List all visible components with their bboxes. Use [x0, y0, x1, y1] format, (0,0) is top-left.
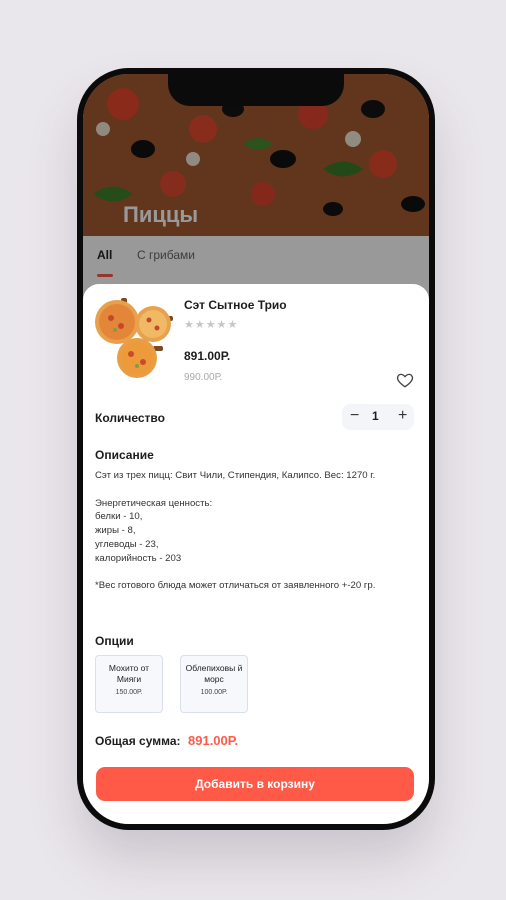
- option-card-mojito[interactable]: Мохито от Мияги 150.00Р.: [95, 655, 163, 713]
- favorite-heart-icon[interactable]: [396, 371, 414, 389]
- option-name: Облепиховы й морс: [185, 663, 243, 684]
- screen: Пиццы All С грибами Сэт Сытное Трио ★★★★…: [83, 74, 429, 824]
- increase-quantity-button[interactable]: +: [398, 407, 407, 425]
- option-price: 150.00Р.: [115, 689, 143, 696]
- description-text: Сэт из трех пицц: Свит Чили, Стипендия, …: [95, 470, 376, 592]
- option-name: Мохито от Мияги: [108, 663, 150, 684]
- phone-frame: Пиццы All С грибами Сэт Сытное Трио ★★★★…: [77, 68, 435, 830]
- option-price: 100.00Р.: [200, 689, 228, 696]
- add-to-cart-button[interactable]: Добавить в корзину: [96, 767, 414, 801]
- option-card-morse[interactable]: Облепиховы й морс 100.00Р.: [180, 655, 248, 713]
- description-heading: Описание: [95, 448, 154, 462]
- total-label: Общая сумма:: [95, 734, 181, 748]
- quantity-value: 1: [372, 409, 379, 423]
- quantity-label: Количество: [95, 411, 165, 425]
- product-title: Сэт Сытное Трио: [184, 298, 287, 312]
- product-sheet: Сэт Сытное Трио ★★★★★ 891.00Р. 990.00Р. …: [83, 284, 429, 824]
- product-image: [95, 298, 173, 378]
- options-heading: Опции: [95, 634, 134, 648]
- quantity-stepper: − 1 +: [342, 404, 414, 430]
- product-price: 891.00Р.: [184, 349, 231, 363]
- product-old-price: 990.00Р.: [184, 372, 223, 383]
- decrease-quantity-button[interactable]: −: [350, 407, 359, 425]
- rating-stars: ★★★★★: [184, 319, 239, 331]
- total-value: 891.00Р.: [188, 733, 239, 748]
- phone-notch: [168, 68, 344, 106]
